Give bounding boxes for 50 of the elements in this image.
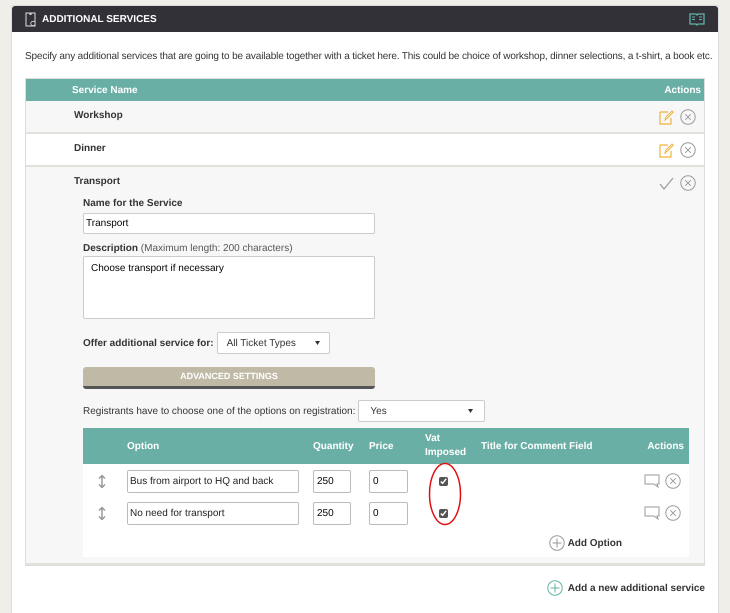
column-header: Quantity (313, 440, 355, 454)
option-field[interactable]: No need for transport (127, 502, 299, 524)
caret-icon (314, 341, 320, 345)
remove-icon[interactable] (680, 109, 696, 125)
drag-handle-icon[interactable] (98, 506, 106, 520)
remove-icon[interactable] (665, 505, 681, 521)
drag-handle-icon[interactable] (98, 474, 106, 488)
intro-text: Specify any additional services that are going to be available together with a ticket here. This could be choice of workshop, dinner selections, a t-shirt, a book etc. (25, 51, 712, 63)
plus-icon[interactable] (548, 535, 565, 551)
quantity-field[interactable]: 250 (313, 502, 351, 524)
remove-icon[interactable] (680, 142, 696, 158)
column-header: Option (127, 440, 160, 454)
panel-title: ADDITIONAL SERVICES (42, 12, 157, 26)
ticket-type-dropdown[interactable]: All Ticket Types (216, 332, 330, 354)
price-field[interactable]: 0 (369, 470, 408, 492)
highlight-ellipse (428, 462, 462, 526)
add-service-button[interactable]: Add a new additional service (546, 580, 705, 596)
plus-icon[interactable] (546, 580, 563, 596)
field-label: Name for the Service (83, 198, 184, 210)
option-field[interactable]: Bus from airport to HQ and back (127, 470, 299, 492)
add-option-button[interactable]: Add Option (548, 535, 622, 551)
column-header: Price (369, 440, 394, 454)
service-row[interactable]: Workshop (26, 101, 704, 134)
column-header: Vat Imposed (425, 432, 468, 460)
service-name: Workshop (74, 109, 123, 123)
column-header: Actions (664, 84, 701, 98)
edit-icon[interactable] (659, 110, 674, 124)
quantity-field[interactable]: 250 (313, 470, 351, 492)
book-icon[interactable] (689, 12, 705, 26)
column-header: Title for Comment Field (481, 440, 594, 454)
column-header: Service Name (72, 84, 138, 98)
field-label: Description (Maximum length: 200 characters) (83, 243, 294, 255)
column-header: Actions (646, 440, 685, 454)
remove-icon[interactable] (680, 175, 696, 191)
comment-icon[interactable] (644, 506, 660, 520)
caret-icon (468, 409, 474, 413)
choice-dropdown[interactable]: Yes (358, 400, 486, 422)
description-field[interactable]: Choose transport if necessary (83, 256, 375, 319)
vat-checkbox[interactable] (439, 508, 448, 518)
price-field[interactable]: 0 (369, 502, 408, 524)
service-name: Transport (74, 175, 120, 189)
comment-icon[interactable] (644, 474, 660, 488)
service-name-field[interactable]: Transport (83, 213, 375, 234)
service-name: Dinner (74, 142, 106, 156)
edit-icon[interactable] (659, 142, 674, 158)
remove-icon[interactable] (665, 473, 681, 489)
checkmark-icon[interactable] (659, 176, 674, 190)
field-label: Registrants have to choose one of the options on registration: (83, 404, 356, 418)
vat-checkbox[interactable] (439, 476, 448, 486)
field-label: Offer additional service for: (83, 336, 214, 350)
